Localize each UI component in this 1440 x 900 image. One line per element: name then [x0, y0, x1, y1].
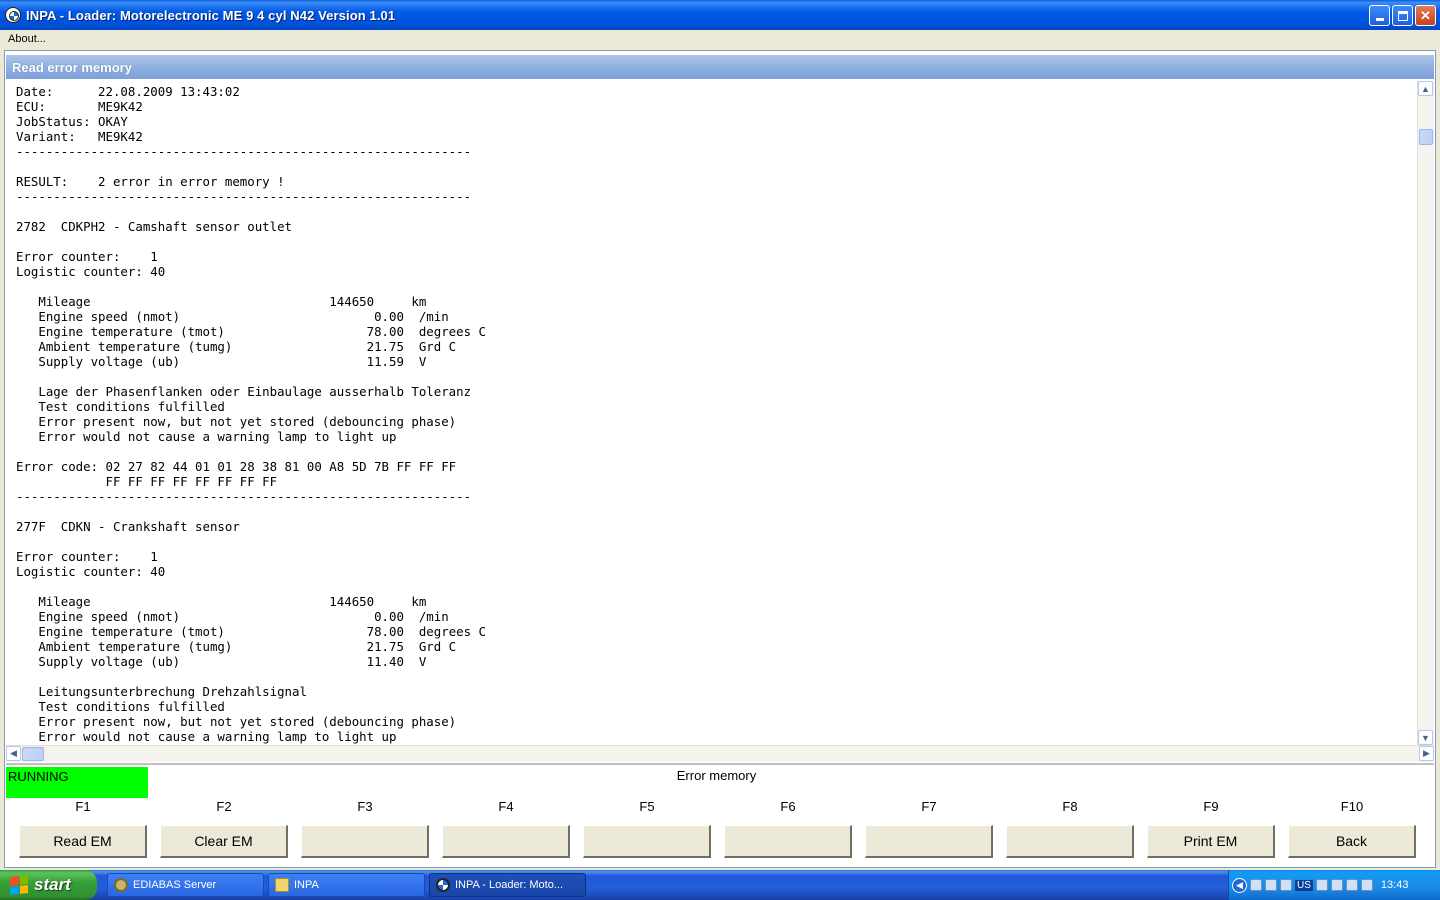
f8-button[interactable]: [1006, 825, 1134, 858]
f3-button[interactable]: [301, 825, 429, 858]
panel-title: Read error memory: [6, 55, 1434, 79]
read-em-button[interactable]: Read EM: [19, 825, 147, 858]
function-key-labels: F1 F2 F3 F4 F5 F6 F7 F8 F9 F10: [5, 799, 1435, 817]
fkey-label-f5: F5: [639, 799, 655, 814]
printer-icon[interactable]: [1360, 879, 1373, 891]
divider: [6, 763, 1434, 765]
safely-remove-icon[interactable]: [1330, 879, 1343, 891]
task-label: INPA: [294, 879, 319, 891]
f4-button[interactable]: [442, 825, 570, 858]
fkey-label-f8: F8: [1062, 799, 1078, 814]
vertical-scroll-thumb[interactable]: [1419, 129, 1433, 145]
vertical-scrollbar[interactable]: ▲ ▼: [1417, 81, 1434, 745]
minimize-button[interactable]: [1369, 5, 1390, 26]
close-button[interactable]: ✕: [1415, 5, 1436, 26]
monitor-icon[interactable]: [1315, 879, 1328, 891]
f7-button[interactable]: [865, 825, 993, 858]
scroll-left-button[interactable]: ◀: [6, 746, 21, 761]
network-icon[interactable]: [1250, 879, 1262, 891]
fkey-label-f10: F10: [1340, 799, 1364, 814]
task-inpa-folder[interactable]: INPA: [268, 873, 425, 897]
scroll-right-button[interactable]: ▶: [1419, 746, 1434, 761]
fkey-label-f6: F6: [780, 799, 796, 814]
running-status: RUNNING: [6, 767, 148, 798]
maximize-button[interactable]: [1392, 5, 1413, 26]
horizontal-scroll-thumb[interactable]: [22, 747, 44, 761]
clock: 13:43: [1380, 879, 1409, 891]
screen-title: Error memory: [676, 768, 757, 783]
start-button[interactable]: start: [0, 870, 97, 900]
bmw-app-icon: [5, 7, 21, 23]
gear-icon: [114, 878, 128, 892]
help-icon[interactable]: [1280, 879, 1292, 891]
task-label: EDIABAS Server: [133, 879, 217, 891]
arrow-right-icon: ▶: [1423, 748, 1430, 758]
arrow-up-icon: ▲: [1421, 83, 1430, 94]
volume-icon[interactable]: [1265, 879, 1277, 891]
clear-em-button[interactable]: Clear EM: [160, 825, 288, 858]
error-report-text[interactable]: Date: 22.08.2009 13:43:02 ECU: ME9K42 Jo…: [6, 81, 1417, 745]
error-report-content: Date: 22.08.2009 13:43:02 ECU: ME9K42 Jo…: [16, 84, 486, 744]
scroll-down-button[interactable]: ▼: [1418, 730, 1433, 745]
task-ediabas-server[interactable]: EDIABAS Server: [107, 873, 264, 897]
f6-button[interactable]: [724, 825, 852, 858]
language-indicator[interactable]: US: [1295, 879, 1313, 891]
display-icon[interactable]: [1345, 879, 1358, 891]
fkey-label-f9: F9: [1203, 799, 1219, 814]
close-icon: ✕: [1420, 7, 1431, 23]
taskbar: start EDIABAS Server INPA INPA - Loader:…: [0, 870, 1440, 900]
chevron-left-icon: ◀: [1236, 879, 1243, 890]
arrow-down-icon: ▼: [1421, 732, 1430, 743]
main-client-area: Read error memory Date: 22.08.2009 13:43…: [4, 50, 1436, 868]
maximize-icon: [1397, 10, 1408, 21]
task-inpa-loader[interactable]: INPA - Loader: Moto...: [429, 873, 586, 897]
fkey-label-f3: F3: [357, 799, 373, 814]
folder-icon: [275, 878, 289, 892]
windows-logo-icon: [10, 875, 28, 895]
title-bar[interactable]: INPA - Loader: Motorelectronic ME 9 4 cy…: [0, 0, 1440, 30]
back-button[interactable]: Back: [1288, 825, 1416, 858]
fkey-label-f2: F2: [216, 799, 232, 814]
arrow-left-icon: ◀: [10, 748, 17, 758]
show-hidden-icons-button[interactable]: ◀: [1232, 877, 1247, 893]
window-title: INPA - Loader: Motorelectronic ME 9 4 cy…: [26, 7, 396, 23]
system-tray: ◀ US 13:43: [1228, 870, 1440, 900]
menu-about[interactable]: About...: [0, 33, 54, 45]
horizontal-scrollbar[interactable]: ◀ ▶: [6, 745, 1434, 762]
print-em-button[interactable]: Print EM: [1147, 825, 1275, 858]
task-label: INPA - Loader: Moto...: [455, 879, 564, 891]
window-controls: ✕: [1369, 5, 1436, 26]
menu-bar: About...: [0, 30, 1440, 48]
scroll-up-button[interactable]: ▲: [1418, 81, 1433, 96]
f5-button[interactable]: [583, 825, 711, 858]
start-label: start: [34, 875, 71, 894]
bmw-icon: [436, 878, 450, 892]
minimize-icon: [1375, 18, 1384, 21]
fkey-label-f1: F1: [75, 799, 91, 814]
fkey-label-f7: F7: [921, 799, 937, 814]
fkey-label-f4: F4: [498, 799, 514, 814]
